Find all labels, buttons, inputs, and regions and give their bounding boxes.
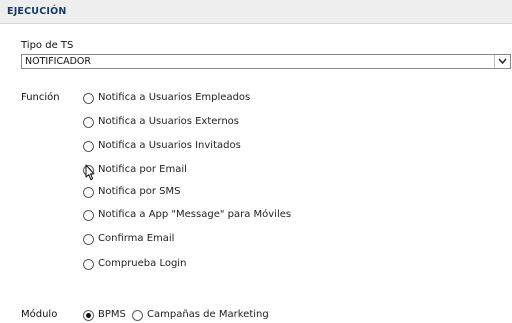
radio-button[interactable] [83, 259, 94, 270]
mouse-pointer-icon [85, 164, 95, 181]
radio-button[interactable] [83, 117, 94, 128]
tipo-ts-label: Tipo de TS [21, 40, 74, 51]
radio-button[interactable] [83, 187, 94, 198]
chevron-down-icon[interactable] [494, 55, 510, 68]
tipo-ts-selected-value: NOTIFICADOR [25, 56, 91, 67]
radio-label: Comprueba Login [98, 258, 187, 269]
radio-label: Notifica a App "Message" para Móviles [98, 209, 292, 220]
radio-label: Notifica por Email [98, 164, 187, 175]
radio-button-checked[interactable] [83, 310, 94, 321]
radio-label: Notifica por SMS [98, 186, 181, 197]
radio-label: Notifica a Usuarios Invitados [98, 140, 241, 151]
radio-label: Notifica a Usuarios Empleados [98, 92, 251, 103]
radio-label: Campañas de Marketing [147, 309, 269, 320]
radio-label: Confirma Email [98, 233, 175, 244]
modulo-label: Módulo [21, 309, 58, 320]
radio-label: BPMS [98, 309, 126, 320]
radio-button[interactable] [83, 141, 94, 152]
radio-button[interactable] [132, 310, 143, 321]
section-header: EJECUCIÓN [0, 0, 512, 24]
radio-button[interactable] [83, 93, 94, 104]
radio-button[interactable] [83, 210, 94, 221]
tipo-ts-select[interactable]: NOTIFICADOR [21, 54, 511, 69]
radio-button[interactable] [83, 234, 94, 245]
section-title: EJECUCIÓN [7, 6, 67, 17]
funcion-label: Función [21, 92, 60, 103]
radio-label: Notifica a Usuarios Externos [98, 116, 240, 127]
